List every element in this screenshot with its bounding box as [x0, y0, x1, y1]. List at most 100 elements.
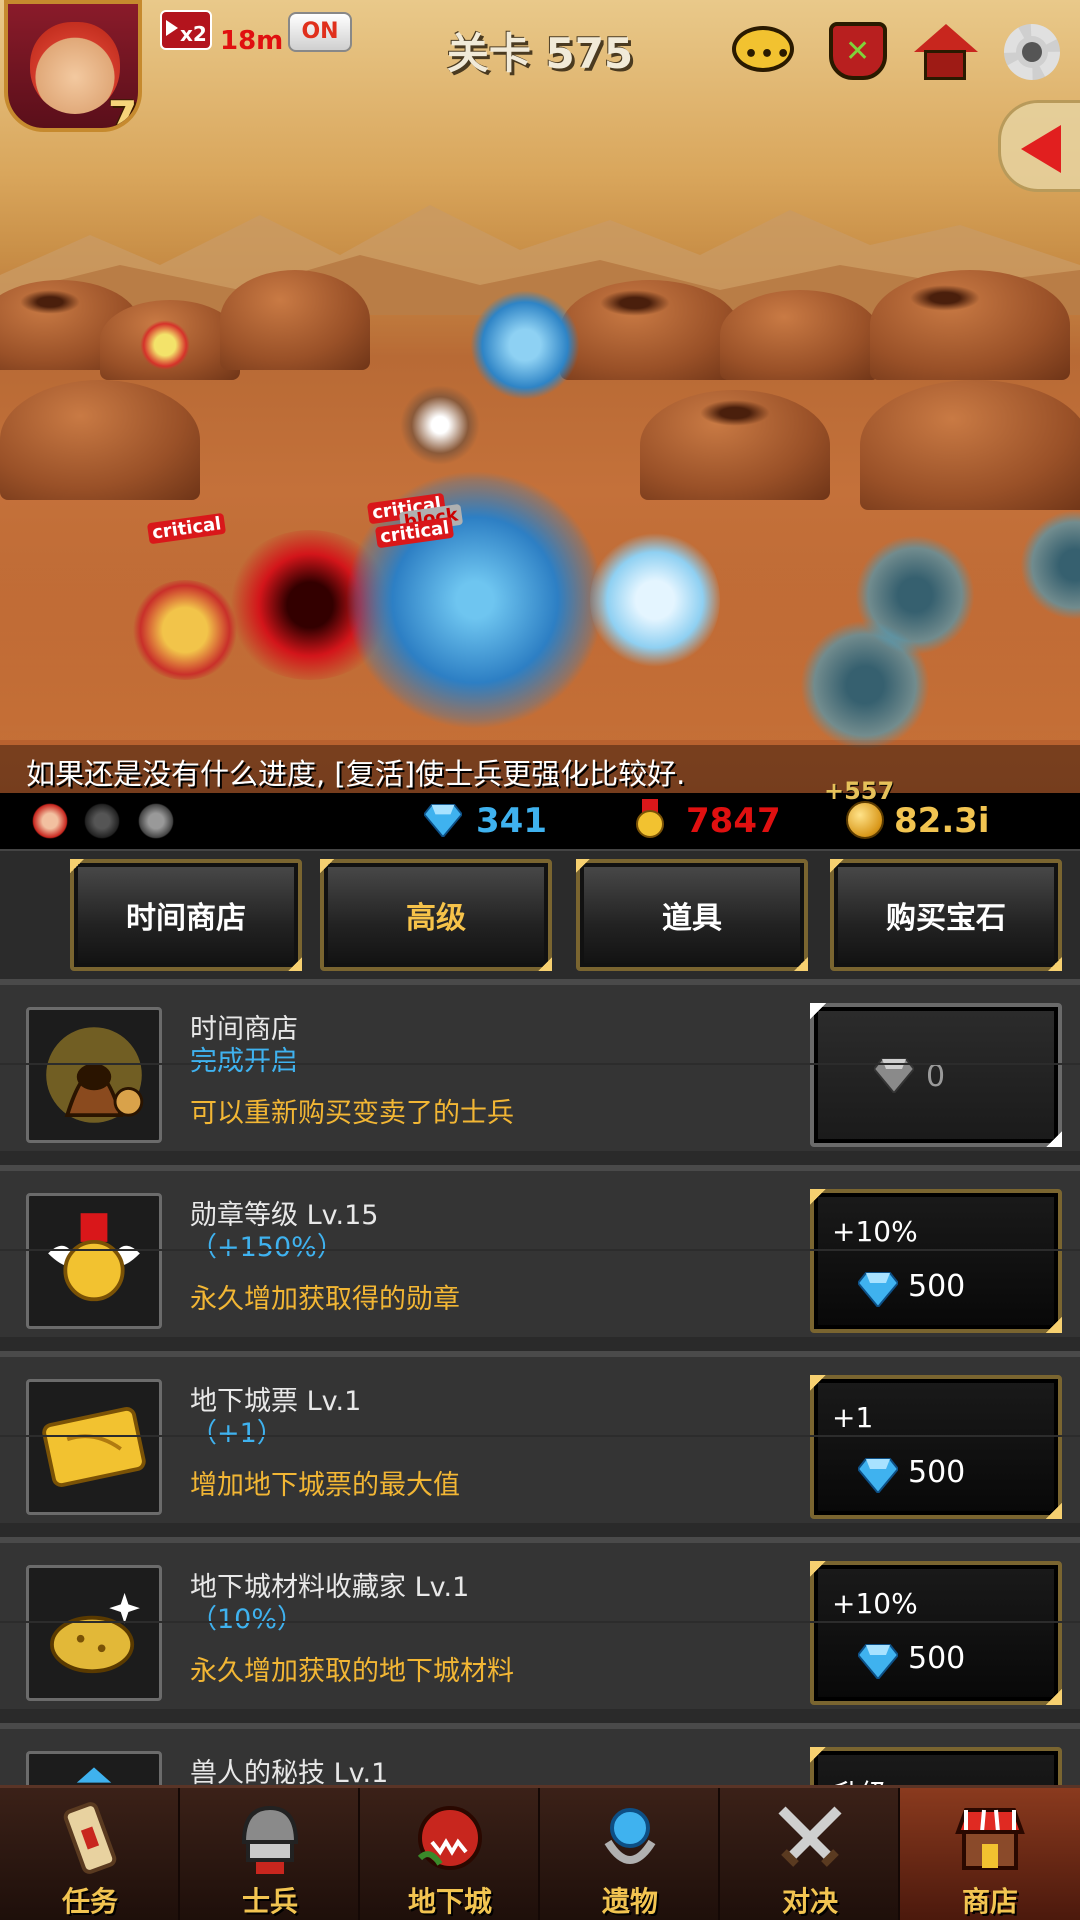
enemy-viking-unit	[855, 535, 975, 655]
item-bonus: （+1）	[190, 1418, 284, 1449]
gold-ore-icon	[26, 1565, 162, 1701]
medal-count: 7847	[686, 801, 781, 841]
item-description: 可以重新购买变卖了的士兵	[190, 1098, 514, 1129]
crater	[20, 290, 80, 314]
shop-row-dungeon-collector: 地下城材料收藏家 Lv.1 （10%） 永久增加获取的地下城材料 +10% 50…	[0, 1537, 1080, 1709]
gem-count: 341	[476, 801, 547, 841]
tab-items[interactable]: 道具	[576, 859, 808, 971]
chat-button[interactable]: •••	[730, 18, 798, 84]
buy-button[interactable]: +10% 500	[810, 1561, 1062, 1705]
scroll-icon	[63, 1802, 117, 1874]
side-panel-toggle[interactable]	[998, 100, 1080, 192]
nav-label: 地下城	[407, 1885, 492, 1918]
house-icon	[914, 24, 978, 52]
crater	[700, 400, 770, 426]
price: 0	[926, 1059, 946, 1094]
rock	[220, 270, 370, 370]
battle-scene: critical critical block critical 7 x2 18…	[0, 0, 1080, 793]
shop-tabs: 时间商店 高级 道具 购买宝石	[0, 849, 1080, 979]
genie-hero-unit	[130, 580, 240, 680]
medal-icon	[636, 799, 664, 838]
tab-label: 高级	[406, 901, 466, 936]
relic-orb-icon	[604, 1808, 656, 1864]
crater	[600, 290, 670, 316]
nav-label: 任务	[61, 1885, 118, 1918]
buy-button[interactable]: +1 500	[810, 1375, 1062, 1519]
upgrade-effect: +10%	[832, 1587, 918, 1620]
rock	[860, 380, 1080, 510]
upgrade-label: 升级	[832, 1773, 888, 1785]
buy-button[interactable]: 0	[810, 1003, 1062, 1147]
hero-level: 7	[108, 92, 138, 132]
arrow-left-icon	[1021, 125, 1061, 173]
nav-label: 对决	[781, 1885, 838, 1918]
upgrade-button[interactable]: 升级	[810, 1747, 1062, 1785]
tab-label: 道具	[662, 901, 722, 936]
winged-medal-icon	[26, 1193, 162, 1329]
shop-row-medal-level: 勋章等级 Lv.15 （+150%） 永久增加获取得的勋章 +10% 500	[0, 1165, 1080, 1337]
hint-bar: 如果还是没有什么进度, [复活]使士兵更强化比较好.	[0, 745, 1080, 793]
shop-icon	[955, 1808, 1025, 1870]
orc-skill-icon	[26, 1751, 162, 1785]
nav-battle[interactable]: 对决	[720, 1788, 900, 1920]
shop-row-dungeon-ticket: 地下城票 Lv.1 （+1） 增加地下城票的最大值 +1 500	[0, 1351, 1080, 1523]
hooded-merchant-icon	[26, 1007, 162, 1143]
rock	[0, 380, 200, 500]
tab-label: 时间商店	[126, 901, 246, 936]
guild-button[interactable]: ✕	[823, 18, 891, 84]
shop-row-time-shop: 时间商店 完成开启 可以重新购买变卖了的士兵 0	[0, 979, 1080, 1151]
item-description: 永久增加获取得的勋章	[190, 1284, 460, 1315]
nav-label: 商店	[961, 1885, 1018, 1918]
settings-button[interactable]	[998, 18, 1066, 84]
nav-soldiers[interactable]: 士兵	[180, 1788, 360, 1920]
bottom-navigation: 任务 士兵 地下城 遗物 对决 商店	[0, 1785, 1080, 1920]
gold-count: 82.3i	[894, 801, 990, 841]
rock	[720, 290, 880, 380]
crater	[910, 285, 980, 311]
home-button[interactable]	[910, 18, 978, 84]
eagle-unit	[400, 385, 480, 465]
gem-icon	[858, 1458, 898, 1493]
fairy-unit	[140, 320, 190, 370]
hint-text: 如果还是没有什么进度, [复活]使士兵更强化比较好.	[26, 757, 686, 791]
ice-dragon-unit	[470, 290, 580, 400]
nav-dungeon[interactable]: 地下城	[360, 1788, 540, 1920]
item-bonus: （+150%）	[190, 1232, 344, 1263]
item-description: 永久增加获取的地下城材料	[190, 1656, 514, 1687]
party-hero-icon	[32, 803, 68, 839]
crossed-swords-icon	[778, 1806, 842, 1867]
tab-premium[interactable]: 高级	[320, 859, 552, 971]
item-description: 增加地下城票的最大值	[190, 1470, 460, 1501]
rock	[870, 270, 1070, 380]
soldier-helmet-icon	[241, 1805, 299, 1874]
party-robot-icon	[138, 803, 174, 839]
nav-shop[interactable]: 商店	[900, 1788, 1080, 1920]
upgrade-effect: +1	[832, 1401, 874, 1434]
item-status: 完成开启	[190, 1046, 298, 1077]
shop-item-list[interactable]: 时间商店 完成开启 可以重新购买变卖了的士兵 0 勋章等级 Lv.15 （+15…	[0, 979, 1080, 1785]
nav-label: 士兵	[241, 1885, 298, 1918]
golden-ticket-icon	[26, 1379, 162, 1515]
tab-time-shop[interactable]: 时间商店	[70, 859, 302, 971]
upgrade-effect: +10%	[832, 1215, 918, 1248]
nav-relics[interactable]: 遗物	[540, 1788, 720, 1920]
nav-quests[interactable]: 任务	[0, 1788, 180, 1920]
item-bonus: （10%）	[190, 1604, 305, 1635]
gem-icon	[858, 1272, 898, 1307]
tab-label: 购买宝石	[886, 901, 1006, 936]
nav-label: 遗物	[601, 1885, 658, 1918]
price: 500	[908, 1269, 966, 1304]
tab-buy-gems[interactable]: 购买宝石	[830, 859, 1062, 971]
ice-elemental-unit	[590, 530, 720, 670]
dungeon-monster-icon	[417, 1806, 482, 1870]
party-dark-knight-icon	[84, 803, 120, 839]
critical-text: critical	[146, 512, 227, 545]
shop-row-orc-skill: 兽人的秘技 Lv.1 升级	[0, 1723, 1080, 1785]
gold-coin-icon	[846, 801, 884, 839]
buy-button[interactable]: +10% 500	[810, 1189, 1062, 1333]
gem-icon	[874, 1058, 914, 1093]
gem-icon	[858, 1644, 898, 1679]
price: 500	[908, 1455, 966, 1490]
price: 500	[908, 1641, 966, 1676]
item-title: 兽人的秘技 Lv.1	[190, 1758, 389, 1785]
